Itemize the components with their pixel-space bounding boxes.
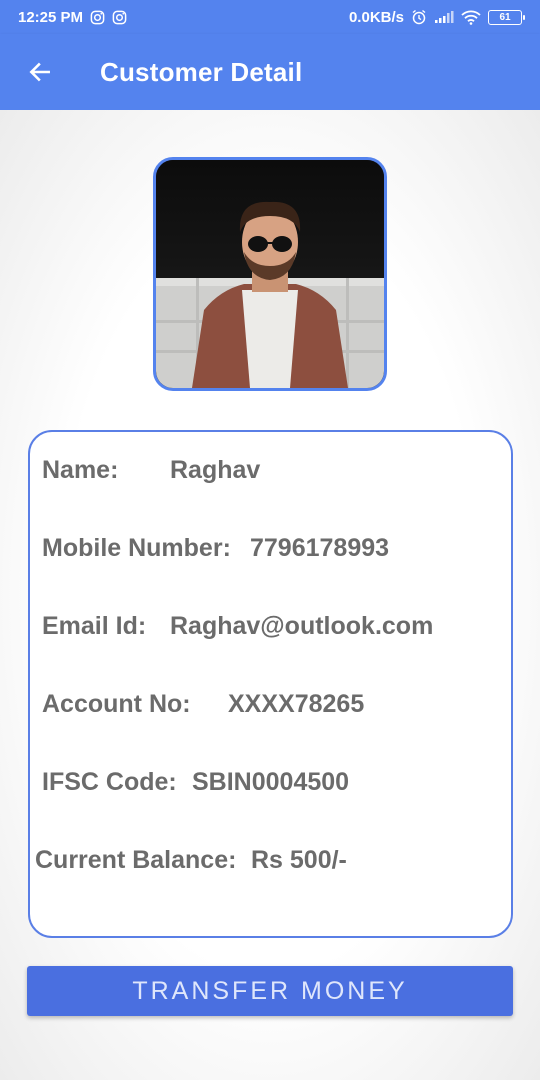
- arrow-left-icon: [29, 62, 50, 82]
- signal-icon: [434, 10, 454, 24]
- mobile-value: 7796178993: [250, 534, 390, 562]
- app-bar: Customer Detail: [0, 34, 540, 110]
- back-button[interactable]: [20, 52, 60, 92]
- status-right: 0.0KB/s 61: [348, 8, 525, 26]
- ifsc-label: IFSC Code:: [42, 768, 177, 796]
- account-value: XXXX78265: [228, 690, 365, 718]
- battery-icon: 61: [488, 9, 525, 25]
- mobile-label: Mobile Number:: [42, 534, 231, 562]
- network-speed: 0.0KB/s: [348, 8, 404, 26]
- account-label: Account No:: [42, 690, 191, 718]
- email-value: Raghav@outlook.com: [170, 612, 434, 640]
- email-label: Email Id:: [42, 612, 147, 640]
- page-title: Customer Detail: [100, 56, 303, 87]
- battery-level: 61: [499, 11, 511, 23]
- ifsc-value: SBIN0004500: [192, 768, 350, 796]
- customer-avatar: [153, 157, 387, 391]
- name-label: Name:: [42, 456, 119, 484]
- name-value: Raghav: [170, 456, 261, 484]
- instagram-icon: [90, 10, 105, 25]
- balance-value: Rs 500/-: [251, 846, 347, 874]
- status-left: 12:25 PM: [18, 9, 127, 26]
- status-time: 12:25 PM: [18, 8, 84, 26]
- status-bar: 12:25 PM 0.0KB/s 61: [0, 0, 540, 34]
- transfer-money-button[interactable]: TRANSFER MONEY: [27, 966, 513, 1016]
- instagram-icon: [112, 10, 127, 25]
- balance-label: Current Balance:: [35, 846, 237, 874]
- wifi-icon: [461, 10, 481, 25]
- customer-photo: [156, 160, 384, 388]
- alarm-icon: [411, 9, 427, 25]
